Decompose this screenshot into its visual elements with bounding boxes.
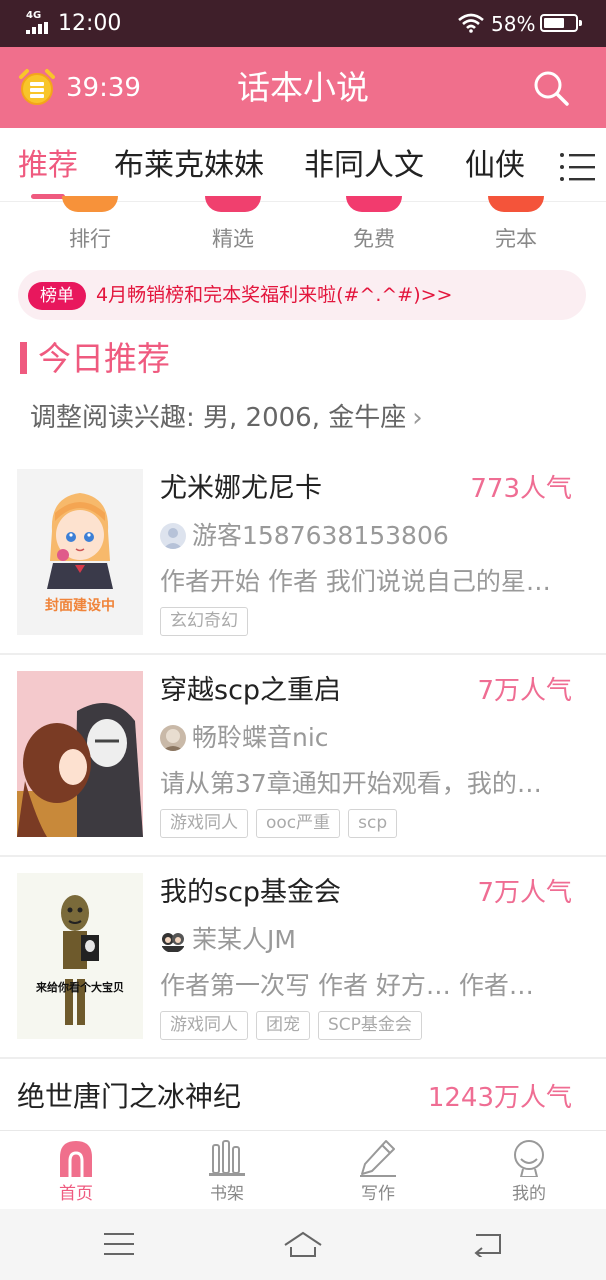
adjust-interest-link[interactable]: 调整阅读兴趣: 男, 2006, 金牛座 › [30, 400, 423, 436]
interest-text: 调整阅读兴趣: 男, 2006, 金牛座 [30, 403, 407, 433]
nav-profile[interactable]: 我的 [479, 1131, 579, 1210]
tab-menu-icon[interactable] [558, 152, 598, 182]
system-navigation-bar [0, 1209, 606, 1280]
book-title: 穿越scp之重启 [160, 675, 342, 706]
menu-icon[interactable] [104, 1231, 134, 1257]
wifi-icon [458, 13, 484, 33]
nav-write-label: 写作 [361, 1184, 395, 1204]
nav-profile-label: 我的 [512, 1184, 546, 1204]
pencil-icon [360, 1140, 396, 1177]
completed-icon[interactable] [488, 196, 544, 212]
author-avatar [160, 725, 186, 751]
book-description: 作者第一次写 作者 好方… 作者… [160, 971, 534, 1000]
quick-ranking[interactable]: 排行 [40, 224, 140, 254]
signal-icon [26, 22, 48, 34]
clock: 12:00 [58, 11, 122, 36]
network-type: 4G [26, 10, 42, 21]
book-card[interactable]: 穿越scp之重启 7万人气 畅聆蝶音nic 请从第37章通知开始观看，我的… 游… [0, 657, 606, 855]
notice-banner[interactable]: 榜单 4月畅销榜和完本奖福利来啦(#^.^#)>> [18, 270, 586, 320]
ranking-icon[interactable] [62, 196, 118, 212]
cover-caption: 来给你看个大宝贝 [36, 981, 124, 994]
search-icon[interactable] [532, 69, 570, 107]
anime-couple-illustration [17, 671, 143, 837]
app-header: 39:39 话本小说 [0, 47, 606, 128]
book-description: 请从第37章通知开始观看，我的… [160, 769, 542, 798]
nav-bookshelf-label: 书架 [210, 1184, 244, 1204]
battery-percent: 58% [491, 12, 536, 36]
section-accent-bar [20, 342, 27, 374]
book-popularity: 773人气 [470, 474, 572, 504]
chevron-right-icon: › [412, 403, 423, 433]
book-popularity: 7万人气 [477, 676, 572, 706]
book-title: 绝世唐门之冰神纪 [17, 1080, 242, 1113]
book-tag[interactable]: 团宠 [256, 1011, 310, 1040]
nav-write[interactable]: 写作 [328, 1131, 428, 1210]
tab-non-fanfic[interactable]: 非同人文 [304, 146, 424, 186]
divider [0, 855, 606, 857]
tab-recommend[interactable]: 推荐 [18, 146, 78, 186]
section-title: 今日推荐 [38, 339, 170, 378]
divider [0, 653, 606, 655]
book-card[interactable]: 封面建设中 尤米娜尤尼卡 773人气 游客1587638153806 作者开始 … [0, 455, 606, 653]
book-title: 我的scp基金会 [160, 877, 342, 908]
book-tag[interactable]: SCP基金会 [318, 1011, 422, 1040]
book-title: 尤米娜尤尼卡 [160, 473, 322, 504]
author-avatar [160, 927, 186, 953]
battery-icon [540, 14, 582, 32]
active-tab-indicator [31, 194, 65, 199]
profile-icon [514, 1140, 544, 1177]
nav-bookshelf[interactable]: 书架 [177, 1131, 277, 1210]
book-tag[interactable]: ooc严重 [256, 809, 341, 838]
cover-caption: 封面建设中 [45, 598, 115, 614]
bottom-nav: 首页 书架 写作 我的 [0, 1130, 606, 1209]
app-title: 话本小说 [237, 68, 369, 107]
tab-xianxia[interactable]: 仙侠 [465, 146, 525, 186]
book-tag[interactable]: 玄幻奇幻 [160, 607, 248, 636]
notice-text: 4月畅销榜和完本奖福利来啦(#^.^#)>> [96, 284, 453, 306]
book-tag[interactable]: 游戏同人 [160, 809, 248, 838]
status-bar: 4G 12:00 58% [0, 0, 606, 47]
author-name: 茉某人JM [192, 925, 296, 954]
book-description: 作者开始 作者 我们说说自己的星… [160, 567, 551, 596]
author-name: 畅聆蝶音nic [192, 723, 329, 752]
book-tag[interactable]: scp [348, 809, 398, 838]
book-popularity: 1243万人气 [427, 1083, 572, 1113]
home-icon[interactable] [283, 1231, 323, 1259]
book-popularity: 7万人气 [477, 878, 572, 908]
author-name: 游客1587638153806 [192, 521, 449, 550]
book-cover [17, 671, 143, 837]
book-cover: 来给你看个大宝贝 [17, 873, 143, 1039]
category-tabs: 推荐 布莱克妹妹 非同人文 仙侠 [0, 128, 606, 202]
quick-completed[interactable]: 完本 [466, 224, 566, 254]
book-cover: 封面建设中 [17, 469, 143, 635]
home-icon [60, 1141, 92, 1177]
nav-home-label: 首页 [59, 1184, 93, 1204]
book-tags: 游戏同人 团宠 SCP基金会 [160, 1011, 422, 1040]
back-icon[interactable] [472, 1231, 504, 1257]
nav-home[interactable]: 首页 [26, 1131, 126, 1210]
author-avatar [160, 523, 186, 549]
meme-figure-illustration [17, 873, 143, 1039]
bookshelf-icon [209, 1140, 245, 1176]
book-tag[interactable]: 游戏同人 [160, 1011, 248, 1040]
quick-free[interactable]: 免费 [324, 224, 424, 254]
divider [0, 1057, 606, 1059]
featured-icon[interactable] [205, 196, 261, 212]
book-card[interactable]: 来给你看个大宝贝 我的scp基金会 7万人气 茉某人JM 作者第一次写 作者 好… [0, 859, 606, 1057]
book-tags: 玄幻奇幻 [160, 607, 248, 636]
notice-badge: 榜单 [28, 282, 86, 310]
free-icon[interactable] [346, 196, 402, 212]
tab-black-sister[interactable]: 布莱克妹妹 [114, 146, 264, 186]
book-tags: 游戏同人 ooc严重 scp [160, 809, 398, 838]
quick-featured[interactable]: 精选 [183, 224, 283, 254]
